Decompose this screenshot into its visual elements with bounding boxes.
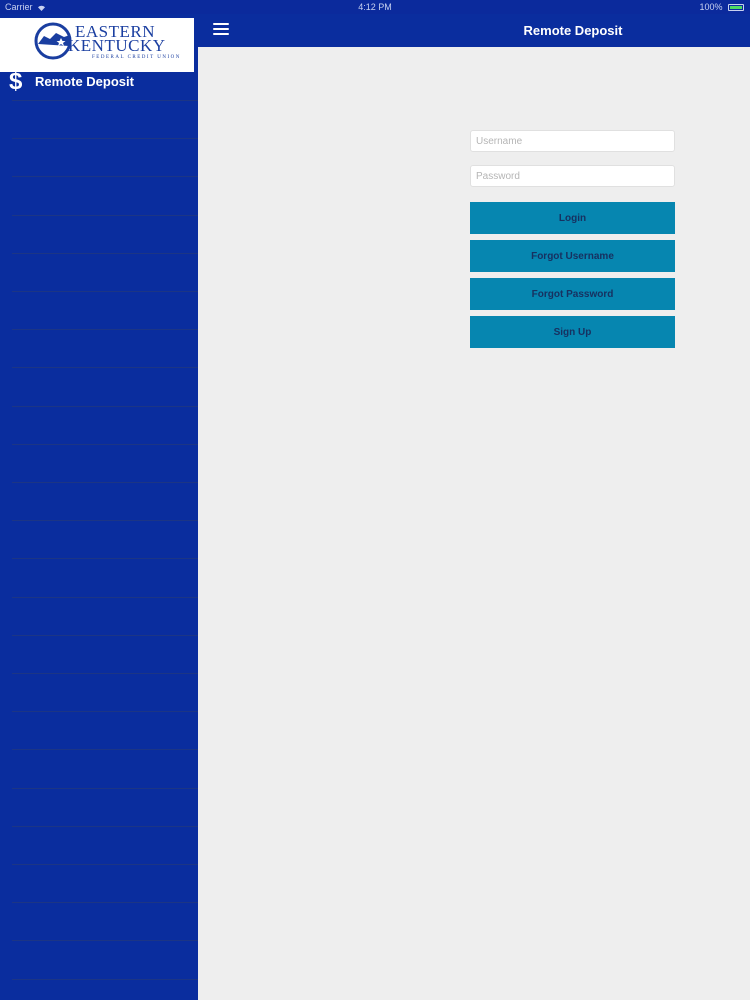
dollar-icon: $	[9, 68, 23, 95]
logo-text-kentucky: KENTUCKY	[68, 36, 166, 55]
sidebar-row-divider	[12, 367, 198, 368]
top-nav-bar: Remote Deposit	[198, 14, 750, 47]
sidebar-row-divider	[12, 482, 198, 483]
sidebar-item-label: Remote Deposit	[35, 74, 134, 89]
sidebar-row-divider	[12, 635, 198, 636]
sidebar-row-divider	[12, 826, 198, 827]
password-input[interactable]	[470, 165, 675, 187]
battery-percent: 100%	[699, 2, 723, 12]
sidebar-row-divider	[12, 558, 198, 559]
sidebar-row-divider	[12, 597, 198, 598]
sidebar-row-divider	[12, 902, 198, 903]
forgot-username-button[interactable]: Forgot Username	[470, 240, 675, 272]
status-battery: 100%	[699, 0, 744, 14]
sidebar-row-divider	[12, 253, 198, 254]
sidebar-row-divider	[12, 979, 198, 980]
sidebar-row-divider	[12, 176, 198, 177]
main-content: Login Forgot Username Forgot Password Si…	[198, 47, 750, 1000]
sidebar-row-divider	[12, 711, 198, 712]
sidebar-row-divider	[12, 215, 198, 216]
username-input[interactable]	[470, 130, 675, 152]
sidebar-row-divider	[12, 788, 198, 789]
status-time: 4:12 PM	[358, 2, 392, 12]
sidebar-row-divider	[12, 138, 198, 139]
logo-text-tagline: FEDERAL CREDIT UNION	[92, 55, 181, 60]
sidebar-row-divider	[12, 291, 198, 292]
sidebar-row-divider	[12, 940, 198, 941]
sidebar-row-divider	[12, 406, 198, 407]
page-title: Remote Deposit	[523, 23, 623, 38]
sidebar-row-divider	[12, 444, 198, 445]
login-button[interactable]: Login	[470, 202, 675, 234]
sidebar-row-divider	[12, 673, 198, 674]
battery-icon	[728, 4, 744, 12]
status-bar: Carrier 4:12 PM 100%	[0, 0, 750, 14]
sidebar-row-divider	[12, 520, 198, 521]
signup-button[interactable]: Sign Up	[470, 316, 675, 348]
sidebar-row-divider	[12, 864, 198, 865]
sidebar: EASTERN KENTUCKY FEDERAL CREDIT UNION $ …	[0, 14, 198, 1000]
forgot-password-button[interactable]: Forgot Password	[470, 278, 675, 310]
sidebar-row-divider	[12, 749, 198, 750]
sidebar-row-divider	[12, 100, 198, 101]
sidebar-item-remote-deposit[interactable]: $ Remote Deposit	[0, 62, 198, 102]
sidebar-row-divider	[12, 329, 198, 330]
